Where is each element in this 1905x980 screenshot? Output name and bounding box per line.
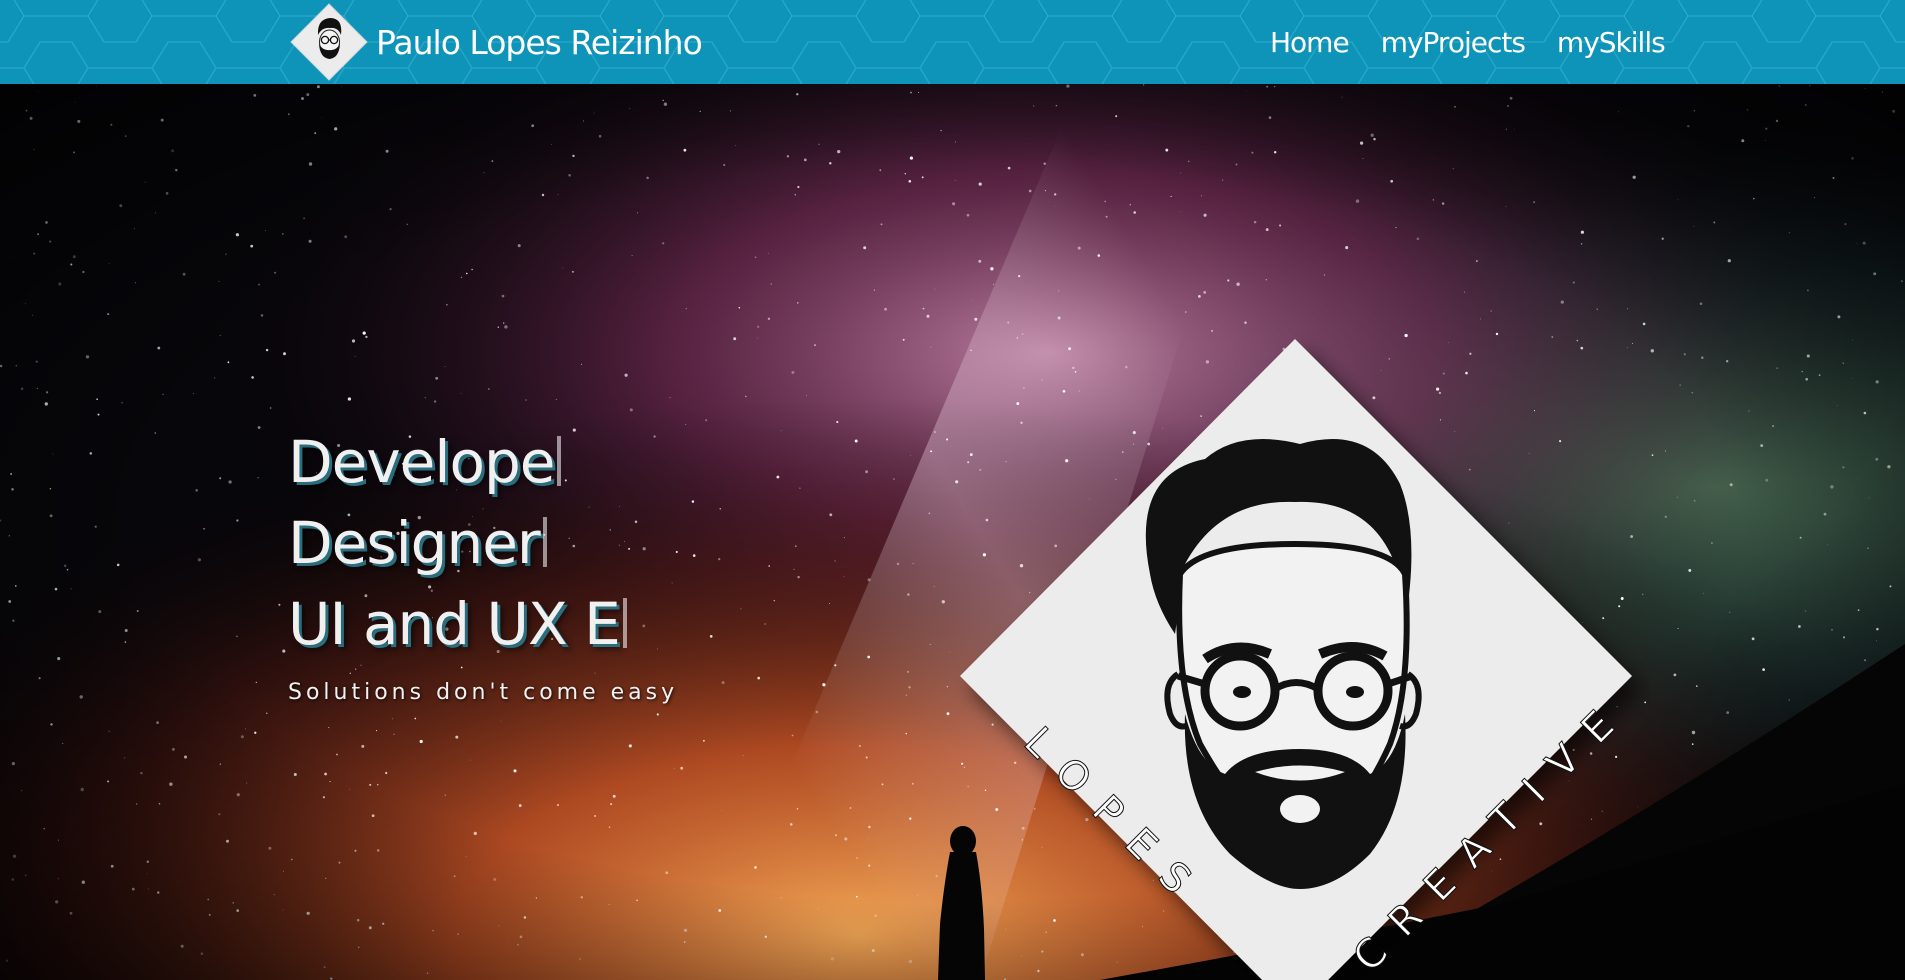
- brand-home-link[interactable]: Paulo Lopes Reizinho: [288, 2, 703, 82]
- brand-name: Paulo Lopes Reizinho: [376, 22, 703, 62]
- headline-line-2: Designer: [288, 503, 888, 584]
- main-nav: Home myProjects mySkills: [1270, 0, 1697, 84]
- typing-cursor: [557, 436, 562, 486]
- site-header: Paulo Lopes Reizinho Home myProjects myS…: [0, 0, 1905, 84]
- portrait-badge: LOPES CREATIVE: [960, 339, 1639, 980]
- nav-skills-link[interactable]: mySkills: [1557, 26, 1666, 59]
- nav-home-link[interactable]: Home: [1270, 26, 1350, 59]
- typing-cursor: [622, 598, 627, 648]
- typing-cursor: [542, 517, 547, 567]
- headline-line-3: UI and UX E: [288, 584, 888, 665]
- hero-headlines: Develope Designer UI and UX E: [288, 422, 888, 665]
- headline-line-1: Develope: [288, 422, 888, 503]
- hero-section: Develope Designer UI and UX E Solutions …: [0, 84, 1905, 980]
- avatar-logo-icon: [290, 3, 368, 81]
- nav-projects-link[interactable]: myProjects: [1381, 26, 1526, 59]
- hero-tagline: Solutions don't come easy: [288, 680, 679, 705]
